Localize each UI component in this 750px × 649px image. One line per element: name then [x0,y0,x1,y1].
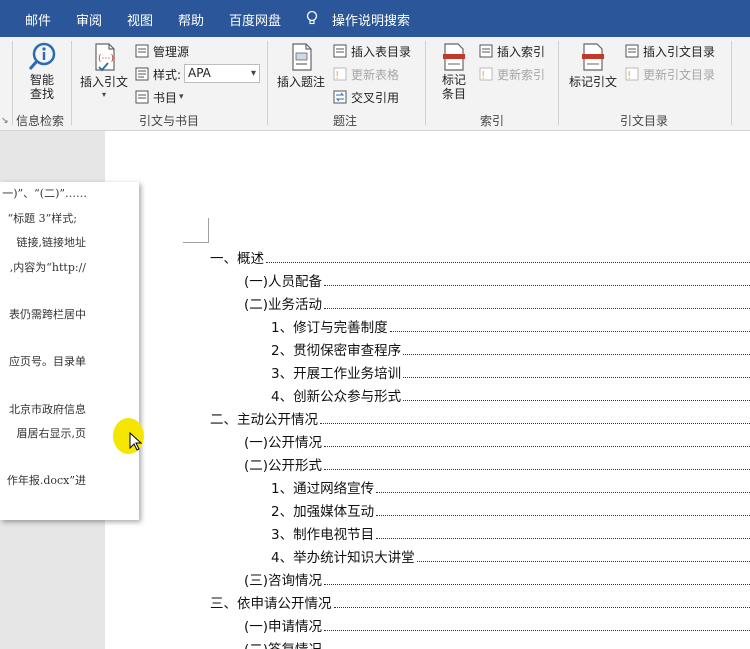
tell-me-search[interactable]: 操作说明搜索 [332,10,410,29]
insert-index-button[interactable]: 插入索引 [478,41,545,61]
insert-caption-label: 插入题注 [276,75,325,89]
toc-entry[interactable]: 2、贯彻保密审查程序 [271,337,750,359]
instruction-document-window[interactable]: 一)”、“(二)”…… “标题 3”样式; 链接,链接地址 ,内容为“http:… [0,182,139,520]
insert-citation-label: 插入引文 [79,75,128,89]
mark-entry-icon [443,43,465,71]
citation-style-dropdown[interactable]: APA ▾ [184,64,260,83]
manage-sources-button[interactable]: 管理源 [134,41,189,61]
toc-entry[interactable]: (一)公开情况 [244,429,750,451]
tab-help[interactable]: 帮助 [178,10,204,29]
update-index-icon: ! [479,67,493,82]
smart-lookup-label: 智能 查找 [29,73,54,101]
insert-toa-label: 插入引文目录 [643,44,716,59]
instruction-line: “标题 3”样式; [7,212,77,225]
toc-entry[interactable]: 3、开展工作业务培训 [271,360,750,382]
instruction-line: 一)”、“(二)”…… [2,187,87,200]
mark-citation-icon [582,43,604,71]
toc-entry[interactable]: 二、主动公开情况 [210,406,750,428]
instruction-line: 作年报.docx”进 [6,474,86,487]
toc-entry[interactable]: (二)公开形式 [244,452,750,474]
update-index-label: 更新索引 [497,67,546,82]
tab-view[interactable]: 视图 [127,10,153,29]
svg-text:!: ! [335,69,339,82]
group-label-research: 信息检索 [16,114,65,128]
group-label-toa: 引文目录 [620,114,669,128]
margin-corner-mark [183,218,209,243]
citation-style-value: APA [188,66,211,80]
toc-entry[interactable]: (二)答复情况 [244,636,750,649]
cross-reference-icon [333,90,347,104]
group-label-index: 索引 [480,114,505,128]
bibliography-icon [135,90,149,104]
update-toa-button[interactable]: ! 更新引文目录 [624,64,715,84]
insert-toa-button[interactable]: 插入引文目录 [624,41,715,61]
cross-reference-button[interactable]: 交叉引用 [332,87,399,107]
instruction-line: 表仍需跨栏居中 [9,308,86,321]
toc-entry[interactable]: 2、加强媒体互动 [271,498,750,520]
insert-citation-button[interactable]: (⋯) 插入引文 ▾ [78,41,130,99]
instruction-line: ,内容为“http:// [9,261,86,274]
toc-entry[interactable]: 4、创新公众参与形式 [271,383,750,405]
update-table-icon: ! [333,67,347,82]
insert-citation-icon: (⋯) [95,43,115,72]
insert-table-of-figures-button[interactable]: 插入表目录 [332,41,411,61]
toc-entry[interactable]: 3、制作电视节目 [271,521,750,543]
svg-text:!: ! [627,69,631,82]
insert-index-label: 插入索引 [497,44,546,59]
mark-entry-button[interactable]: 标记 条目 [432,41,476,101]
bibliography-label: 书目 [153,90,178,105]
style-label: 样式: [153,67,182,82]
lightbulb-icon[interactable] [306,10,318,26]
tab-mailings[interactable]: 邮件 [25,10,51,29]
chevron-down-icon: ▾ [250,68,256,79]
manage-sources-icon [135,44,149,58]
insert-toa-icon [625,44,639,58]
mark-entry-label: 标记 条目 [441,73,466,101]
ribbon-tab-bar: 邮件 审阅 视图 帮助 百度网盘 操作说明搜索 [0,0,750,37]
mouse-pointer-icon [129,432,143,451]
insert-caption-button[interactable]: 插入题注 [274,41,328,90]
update-index-button[interactable]: ! 更新索引 [478,64,545,84]
insert-caption-icon [292,43,312,71]
toc-entry[interactable]: 1、通过网络宣传 [271,475,750,497]
table-of-figures-icon [333,44,347,58]
mark-citation-label: 标记引文 [568,75,617,89]
toc-entry[interactable]: 4、举办统计知识大讲堂 [271,544,750,566]
tab-review[interactable]: 审阅 [76,10,102,29]
chevron-down-icon: ▾ [101,90,106,99]
magnifier-info-icon [28,42,56,70]
instruction-line: 链接,链接地址 [16,236,87,249]
smart-lookup-button[interactable]: 智能 查找 [22,41,62,101]
toc-entry[interactable]: (一)申请情况 [244,613,750,635]
instruction-line: 北京市政府信息 [9,403,86,416]
toc-entry[interactable]: (二)业务活动 [244,291,750,313]
update-toa-label: 更新引文目录 [643,67,716,82]
update-table-label: 更新表格 [351,67,400,82]
svg-text:(⋯): (⋯) [98,54,114,64]
instruction-line: 应页号。目录单 [9,355,86,368]
toc-entry[interactable]: 三、依申请公开情况 [210,590,750,612]
insert-table-of-figures-label: 插入表目录 [351,44,412,59]
update-table-button[interactable]: ! 更新表格 [332,64,399,84]
group-label-captions: 题注 [333,114,358,128]
dialog-launcher-icon[interactable]: ↘ [1,116,9,126]
manage-sources-label: 管理源 [153,44,190,59]
toc-entry[interactable]: 1、修订与完善制度 [271,314,750,336]
insert-index-icon [479,44,493,58]
toc-entry[interactable]: (三)咨询情况 [244,567,750,589]
cross-reference-label: 交叉引用 [351,90,400,105]
instruction-line: 眉居右显示,页 [16,427,87,440]
toc-entry[interactable]: (一)人员配备 [244,268,750,290]
mark-citation-button[interactable]: 标记引文 [565,41,621,90]
update-toa-icon: ! [625,67,639,82]
style-icon [135,67,149,81]
bibliography-button[interactable]: 书目 ▾ [134,87,184,107]
svg-text:!: ! [481,69,485,82]
chevron-down-icon: ▾ [179,92,184,102]
references-ribbon: 智能 查找 信息检索 ↘ (⋯) 插入引文 ▾ 管理源 样式: APA ▾ 书目… [0,37,750,131]
style-label-row: 样式: [134,64,181,84]
group-label-citations: 引文与书目 [139,114,200,128]
tab-baidu-netdisk[interactable]: 百度网盘 [229,10,281,29]
toc-entry[interactable]: 一、概述 [210,245,750,267]
